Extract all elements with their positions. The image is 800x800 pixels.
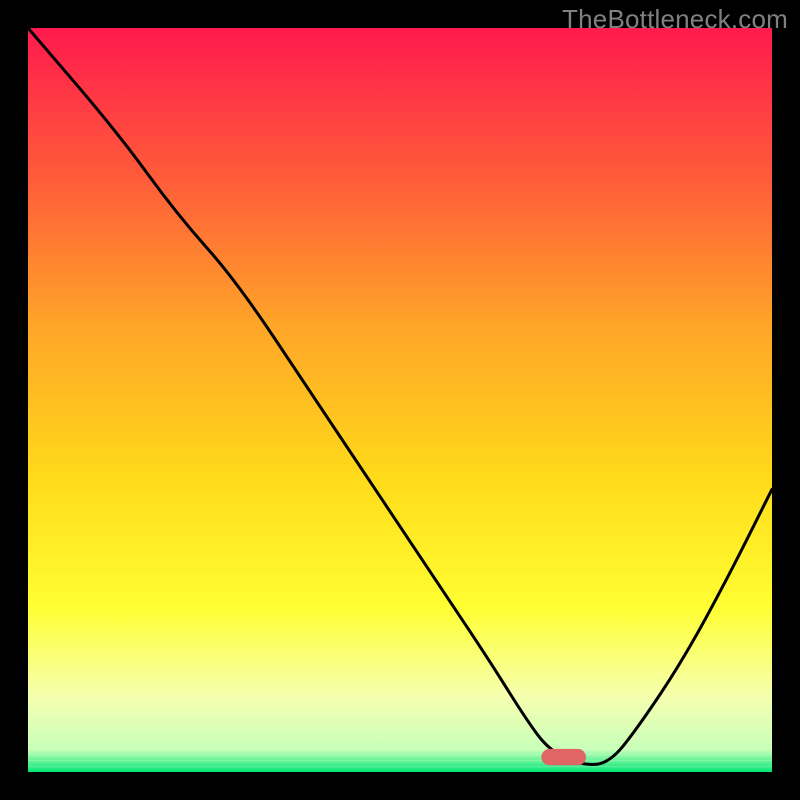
chart-svg	[0, 0, 800, 800]
bottleneck-chart: TheBottleneck.com	[0, 0, 800, 800]
band-line	[28, 724, 772, 725]
optimal-point	[541, 749, 586, 765]
chart-background	[28, 28, 772, 772]
band-line	[28, 736, 772, 737]
band-line	[28, 760, 772, 761]
band-line	[28, 754, 772, 755]
band-line	[28, 718, 772, 719]
band-line	[28, 748, 772, 749]
band-line	[28, 742, 772, 743]
band-line	[28, 712, 772, 713]
watermark-text: TheBottleneck.com	[562, 4, 788, 35]
band-line	[28, 730, 772, 731]
band-line	[28, 766, 772, 767]
